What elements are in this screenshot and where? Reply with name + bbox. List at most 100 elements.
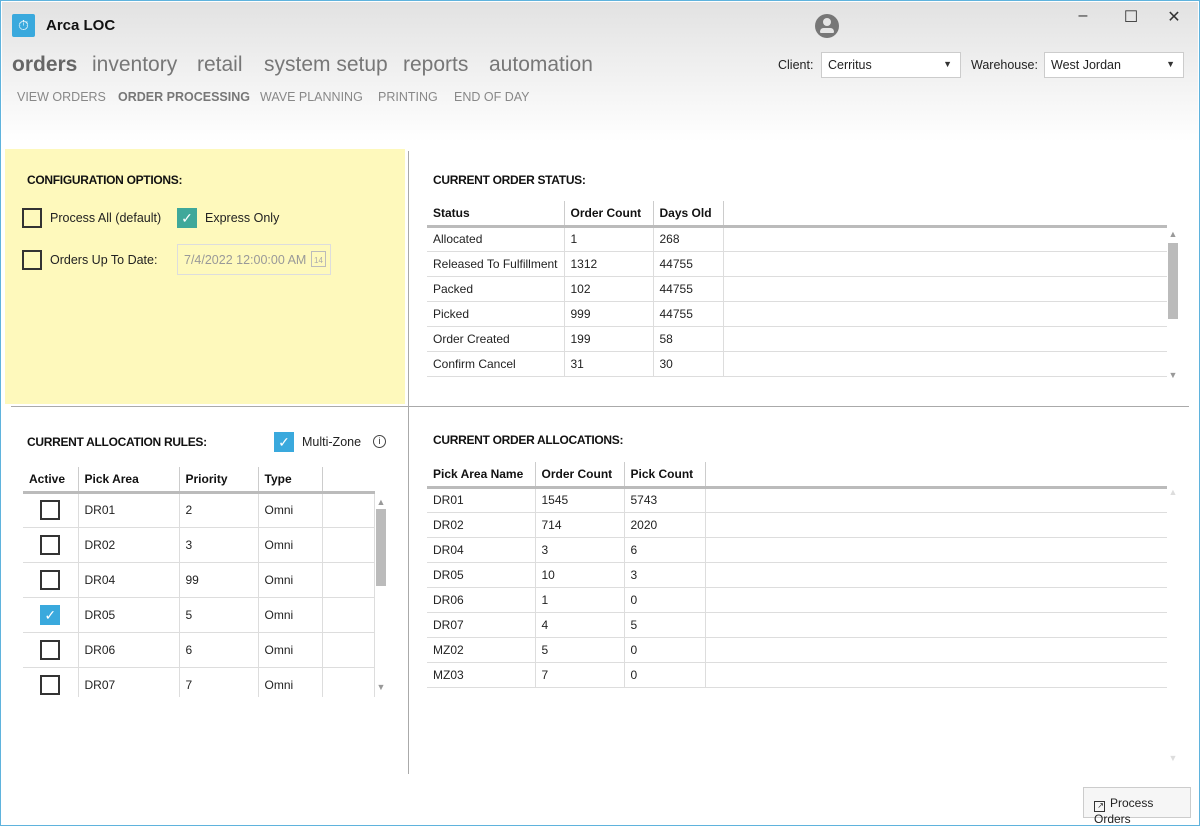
scroll-up-icon[interactable]: ▲	[375, 497, 387, 507]
table-row[interactable]: Packed 102 44755	[427, 276, 1167, 302]
table-row[interactable]: DR02 714 2020	[427, 512, 1167, 538]
date-value: 7/4/2022 12:00:00 AM	[184, 253, 307, 267]
table-row[interactable]: DR06 6 Omni	[23, 632, 375, 668]
nav-retail[interactable]: retail	[197, 53, 243, 77]
active-checkbox[interactable]	[40, 500, 61, 520]
cell: MZ02	[427, 637, 536, 663]
multi-zone-checkbox[interactable]: ✓	[274, 432, 294, 452]
header	[2, 2, 1198, 142]
table-row[interactable]: DR05 10 3	[427, 562, 1167, 588]
cell: Allocated	[427, 226, 565, 252]
active-checkbox[interactable]: ✓	[40, 604, 61, 625]
column-header[interactable]: Days Old	[653, 201, 724, 228]
column-header[interactable]: Order Count	[564, 201, 654, 228]
scroll-up-icon[interactable]: ▲	[1167, 229, 1179, 239]
cell: 2020	[624, 512, 706, 538]
subnav-wave-planning[interactable]: WAVE PLANNING	[260, 90, 363, 104]
calendar-icon[interactable]: 14	[311, 251, 326, 267]
nav-system-setup[interactable]: system setup	[264, 53, 388, 77]
table-row[interactable]: Ready To Print	[427, 376, 1167, 377]
table-row[interactable]: DR06 1 0	[427, 587, 1167, 613]
cell: 7	[179, 667, 259, 697]
rules-scrollbar[interactable]: ▲ ▼	[375, 497, 387, 693]
column-header[interactable]: Active	[23, 467, 79, 494]
cell: 44755	[653, 276, 724, 302]
process-all-checkbox[interactable]	[22, 208, 42, 228]
cell: 1312	[564, 251, 654, 277]
nav-orders[interactable]: orders	[12, 53, 77, 77]
scroll-down-icon[interactable]: ▼	[375, 682, 387, 692]
scroll-thumb[interactable]	[376, 509, 386, 586]
active-checkbox[interactable]	[40, 569, 61, 590]
table-row[interactable]: DR04 3 6	[427, 537, 1167, 563]
nav-reports[interactable]: reports	[403, 53, 468, 77]
user-avatar-icon[interactable]	[815, 14, 839, 38]
table-row[interactable]: DR01 2 Omni	[23, 492, 375, 528]
close-button[interactable]: ✕	[1164, 7, 1184, 27]
cell: 6	[624, 537, 706, 563]
subnav-view-orders[interactable]: VIEW ORDERS	[17, 90, 106, 104]
client-value: Cerritus	[828, 58, 872, 72]
cell: 58	[653, 326, 724, 352]
info-icon[interactable]: i	[373, 435, 386, 448]
active-checkbox[interactable]	[40, 674, 61, 695]
cell: DR06	[78, 632, 180, 668]
table-row[interactable]: Released To Fulfillment 1312 44755	[427, 251, 1167, 277]
column-header[interactable]: Type	[258, 467, 323, 494]
cell: 5	[624, 612, 706, 638]
app-window: ⏱ Arca LOC – ☐ ✕ orders inventory retail sy…	[0, 0, 1200, 826]
column-header[interactable]: Pick Area Name	[427, 462, 536, 489]
scroll-thumb[interactable]	[1168, 243, 1178, 319]
cell: 3	[535, 537, 625, 563]
warehouse-select[interactable]: West Jordan ▼	[1044, 52, 1184, 78]
table-row[interactable]: DR04 99 Omni	[23, 562, 375, 598]
cell: DR01	[78, 492, 180, 528]
table-row[interactable]: Picked 999 44755	[427, 301, 1167, 327]
cell: Omni	[258, 632, 323, 668]
table-row[interactable]: MZ02 5 0	[427, 637, 1167, 663]
minimize-button[interactable]: –	[1073, 7, 1093, 25]
nav-automation[interactable]: automation	[489, 53, 593, 77]
table-row[interactable]: DR07 7 Omni	[23, 667, 375, 697]
subnav-end-of-day[interactable]: END OF DAY	[454, 90, 529, 104]
column-header[interactable]: Pick Count	[624, 462, 706, 489]
subnav-order-processing[interactable]: ORDER PROCESSING	[118, 90, 250, 104]
multi-zone-label: Multi-Zone	[302, 435, 362, 449]
scroll-up-icon[interactable]: ▲	[1167, 487, 1179, 497]
process-orders-button[interactable]: ↗ Process Orders	[1083, 787, 1191, 826]
column-header[interactable]: Status	[427, 201, 565, 228]
scroll-down-icon[interactable]: ▼	[1167, 370, 1179, 380]
status-scrollbar[interactable]: ▲ ▼	[1167, 229, 1179, 381]
active-checkbox[interactable]	[40, 534, 61, 555]
table-row[interactable]: DR01 1545 5743	[427, 487, 1167, 513]
table-row[interactable]: DR07 4 5	[427, 612, 1167, 638]
table-row[interactable]: Confirm Cancel 31 30	[427, 351, 1167, 377]
column-header[interactable]: Order Count	[535, 462, 625, 489]
scroll-down-icon[interactable]: ▼	[1167, 753, 1179, 763]
allocations-scrollbar[interactable]: ▲ ▼	[1167, 487, 1179, 767]
table-row[interactable]: Allocated 1 268	[427, 226, 1167, 252]
status-title: CURRENT ORDER STATUS:	[433, 173, 586, 187]
cell: Packed	[427, 276, 565, 302]
cell: 0	[624, 587, 706, 613]
orders-up-to-date-checkbox[interactable]	[22, 250, 42, 270]
cell: MZ03	[427, 662, 536, 688]
table-row[interactable]: DR02 3 Omni	[23, 527, 375, 563]
cell: 268	[653, 226, 724, 252]
maximize-button[interactable]: ☐	[1121, 7, 1141, 27]
date-picker-input[interactable]: 7/4/2022 12:00:00 AM 14	[177, 244, 331, 275]
cell: Ready To Print	[427, 376, 565, 377]
express-only-label: Express Only	[205, 211, 280, 225]
client-select[interactable]: Cerritus ▼	[821, 52, 961, 78]
active-checkbox[interactable]	[40, 639, 61, 660]
cell: DR04	[78, 562, 180, 598]
table-row[interactable]: Order Created 199 58	[427, 326, 1167, 352]
subnav-printing[interactable]: PRINTING	[378, 90, 438, 104]
table-row[interactable]: ✓ DR05 5 Omni	[23, 597, 375, 633]
express-only-checkbox[interactable]: ✓	[177, 208, 197, 228]
column-header[interactable]: Pick Area	[78, 467, 180, 494]
column-header[interactable]: Priority	[179, 467, 259, 494]
nav-inventory[interactable]: inventory	[92, 53, 177, 77]
table-row[interactable]: MZ03 7 0	[427, 662, 1167, 688]
cell: DR01	[427, 487, 536, 513]
